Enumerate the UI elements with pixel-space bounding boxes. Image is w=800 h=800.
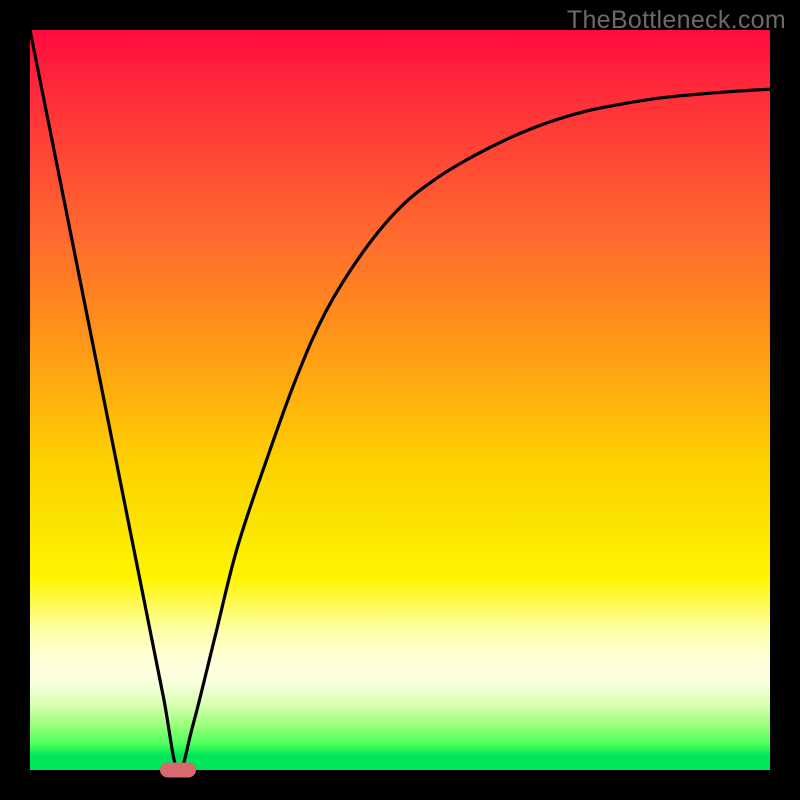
chart-frame: TheBottleneck.com bbox=[0, 0, 800, 800]
valley-marker bbox=[160, 763, 196, 778]
watermark-text: TheBottleneck.com bbox=[567, 6, 786, 35]
bottleneck-curve bbox=[30, 30, 770, 770]
plot-area bbox=[30, 30, 770, 770]
